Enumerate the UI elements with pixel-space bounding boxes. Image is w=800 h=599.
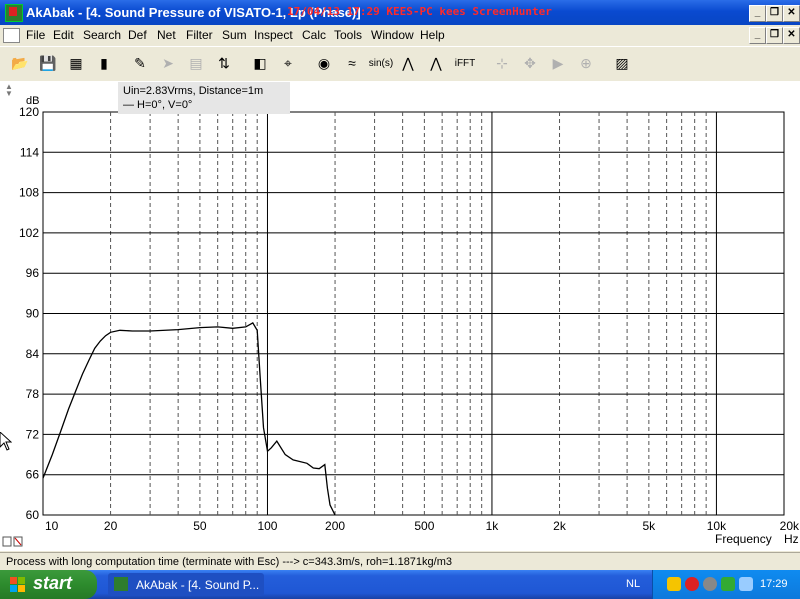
y-axis-label: dB <box>26 95 39 107</box>
bottom-corner-icons[interactable] <box>2 536 26 548</box>
minimize-button[interactable]: _ <box>749 5 766 22</box>
child-restore-button[interactable]: ❐ <box>766 27 783 44</box>
taskbar-item-akabak[interactable]: AkAbak - [4. Sound P... <box>108 573 264 596</box>
x-tick-label: 10k <box>707 519 727 533</box>
app-icon[interactable] <box>5 4 23 22</box>
x-tick-label: 5k <box>643 519 657 533</box>
toolbar: 📂 💾 ▦ ▮ ✎ ➤ ▤ ⇅ ◧ ⌖ ◉ ≈ sin(s) ⋀ ⋀ iFFT ⊹ ✥ ▶ ⊕ ▨ <box>0 46 800 82</box>
menu-edit[interactable]: Edit <box>53 28 74 42</box>
scale-icon[interactable]: ⇅ <box>212 51 236 75</box>
x-tick-label: 10 <box>45 519 59 533</box>
child-minimize-button[interactable]: _ <box>749 27 766 44</box>
y-tick-label: 78 <box>26 387 40 401</box>
screenshot-watermark: 17/04/13 17:29 KEES-PC kees ScreenHunter <box>287 5 552 18</box>
open-icon[interactable]: 📂 <box>8 51 32 75</box>
frequency-response-chart[interactable]: 120 114 108 102 96 90 84 78 72 66 60 dB 10 20 50 100 200… <box>0 81 800 551</box>
info-parameters: Uin=2.83Vrms, Distance=1m <box>123 85 264 97</box>
menu-search[interactable]: Search <box>83 28 121 42</box>
menu-filter[interactable]: Filter <box>186 28 213 42</box>
x-tick-label: 1k <box>486 519 500 533</box>
y-tick-label: 84 <box>26 347 40 361</box>
y-tick-label: 114 <box>20 145 39 159</box>
target-icon[interactable]: ⌖ <box>276 51 300 75</box>
menu-help[interactable]: Help <box>420 28 445 42</box>
sine-button[interactable]: sin(s) <box>368 51 394 75</box>
app-icon <box>114 577 128 591</box>
close-button[interactable]: ✕ <box>783 5 800 22</box>
x-tick-label: 50 <box>193 519 207 533</box>
y-tick-label: 102 <box>19 226 39 240</box>
y-tick-label: 120 <box>19 105 39 119</box>
response-icon[interactable]: ⋀ <box>396 51 420 75</box>
windows-logo-icon <box>10 577 25 592</box>
menu-tools[interactable]: Tools <box>334 28 362 42</box>
source-icon[interactable]: ◉ <box>312 51 336 75</box>
zoom-icon[interactable]: ⊹ <box>490 51 514 75</box>
y-tick-label: 60 <box>26 508 40 522</box>
scroll-arrows-icon[interactable]: ▲ ▼ <box>3 83 15 99</box>
plot-icon[interactable]: ▨ <box>610 51 634 75</box>
language-indicator[interactable]: NL <box>626 578 640 590</box>
response-add-icon[interactable]: ⋀ <box>424 51 448 75</box>
taskbar: start AkAbak - [4. Sound P... NL 17:29 <box>0 570 800 599</box>
edit-icon[interactable]: ✎ <box>128 51 152 75</box>
menu-file[interactable]: File <box>26 28 45 42</box>
start-label: start <box>33 573 73 593</box>
title-bar: AkAbak - [4. Sound Pressure of VISATO-1,… <box>0 0 800 25</box>
mouse-cursor-icon <box>0 432 12 451</box>
network-tray-icon[interactable] <box>721 577 735 591</box>
menu-window[interactable]: Window <box>371 28 414 42</box>
y-tick-label: 90 <box>26 307 40 321</box>
arrow-icon[interactable]: ➤ <box>156 51 180 75</box>
status-bar: Process with long computation time (term… <box>0 552 800 571</box>
y-tick-label: 96 <box>26 266 40 280</box>
antivirus-icon[interactable] <box>685 577 699 591</box>
menu-def[interactable]: Def <box>128 28 147 42</box>
x-tick-label: 20k <box>780 519 800 533</box>
x-tick-label: 2k <box>553 519 567 533</box>
menu-sum[interactable]: Sum <box>222 28 247 42</box>
menu-bar: File Edit Search Def Net Filter Sum Insp… <box>0 25 800 45</box>
crosshair-icon[interactable]: ⊕ <box>574 51 598 75</box>
menu-inspect[interactable]: Inspect <box>254 28 293 42</box>
display-tray-icon[interactable] <box>739 577 753 591</box>
y-tick-label: 72 <box>26 427 40 441</box>
security-shield-icon[interactable] <box>667 577 681 591</box>
x-tick-label: 500 <box>414 519 434 533</box>
network-icon[interactable]: ▦ <box>64 51 88 75</box>
x-tick-label: 20 <box>104 519 118 533</box>
info-series-legend: — H=0°, V=0° <box>123 99 193 111</box>
save-icon[interactable]: 💾 <box>36 51 60 75</box>
status-text: Process with long computation time (term… <box>6 556 452 568</box>
chart-area[interactable]: 120 114 108 102 96 90 84 78 72 66 60 dB 10 20 50 100 200… <box>0 81 800 551</box>
driver-icon[interactable]: ▮ <box>92 51 116 75</box>
x-tick-label: 200 <box>325 519 345 533</box>
filter-icon[interactable]: ≈ <box>340 51 364 75</box>
pan-icon[interactable]: ✥ <box>518 51 542 75</box>
x-axis-label: Frequency <box>715 532 772 546</box>
clock: 17:29 <box>760 578 788 590</box>
start-button[interactable]: start <box>0 570 97 599</box>
document-icon[interactable] <box>3 28 20 43</box>
x-axis-unit: Hz <box>784 532 799 546</box>
taskbar-item-label: AkAbak - [4. Sound P... <box>136 578 260 592</box>
volume-icon[interactable] <box>703 577 717 591</box>
child-close-button[interactable]: ✕ <box>783 27 800 44</box>
y-tick-label: 108 <box>19 186 39 200</box>
restore-button[interactable]: ❐ <box>766 5 783 22</box>
speaker-icon[interactable]: ◧ <box>248 51 272 75</box>
y-tick-label: 66 <box>26 468 40 482</box>
ifft-button[interactable]: iFFT <box>452 51 478 75</box>
x-tick-label: 100 <box>257 519 277 533</box>
menu-net[interactable]: Net <box>157 28 176 42</box>
play-icon[interactable]: ▶ <box>546 51 570 75</box>
menu-calc[interactable]: Calc <box>302 28 326 42</box>
grid-icon[interactable]: ▤ <box>184 51 208 75</box>
